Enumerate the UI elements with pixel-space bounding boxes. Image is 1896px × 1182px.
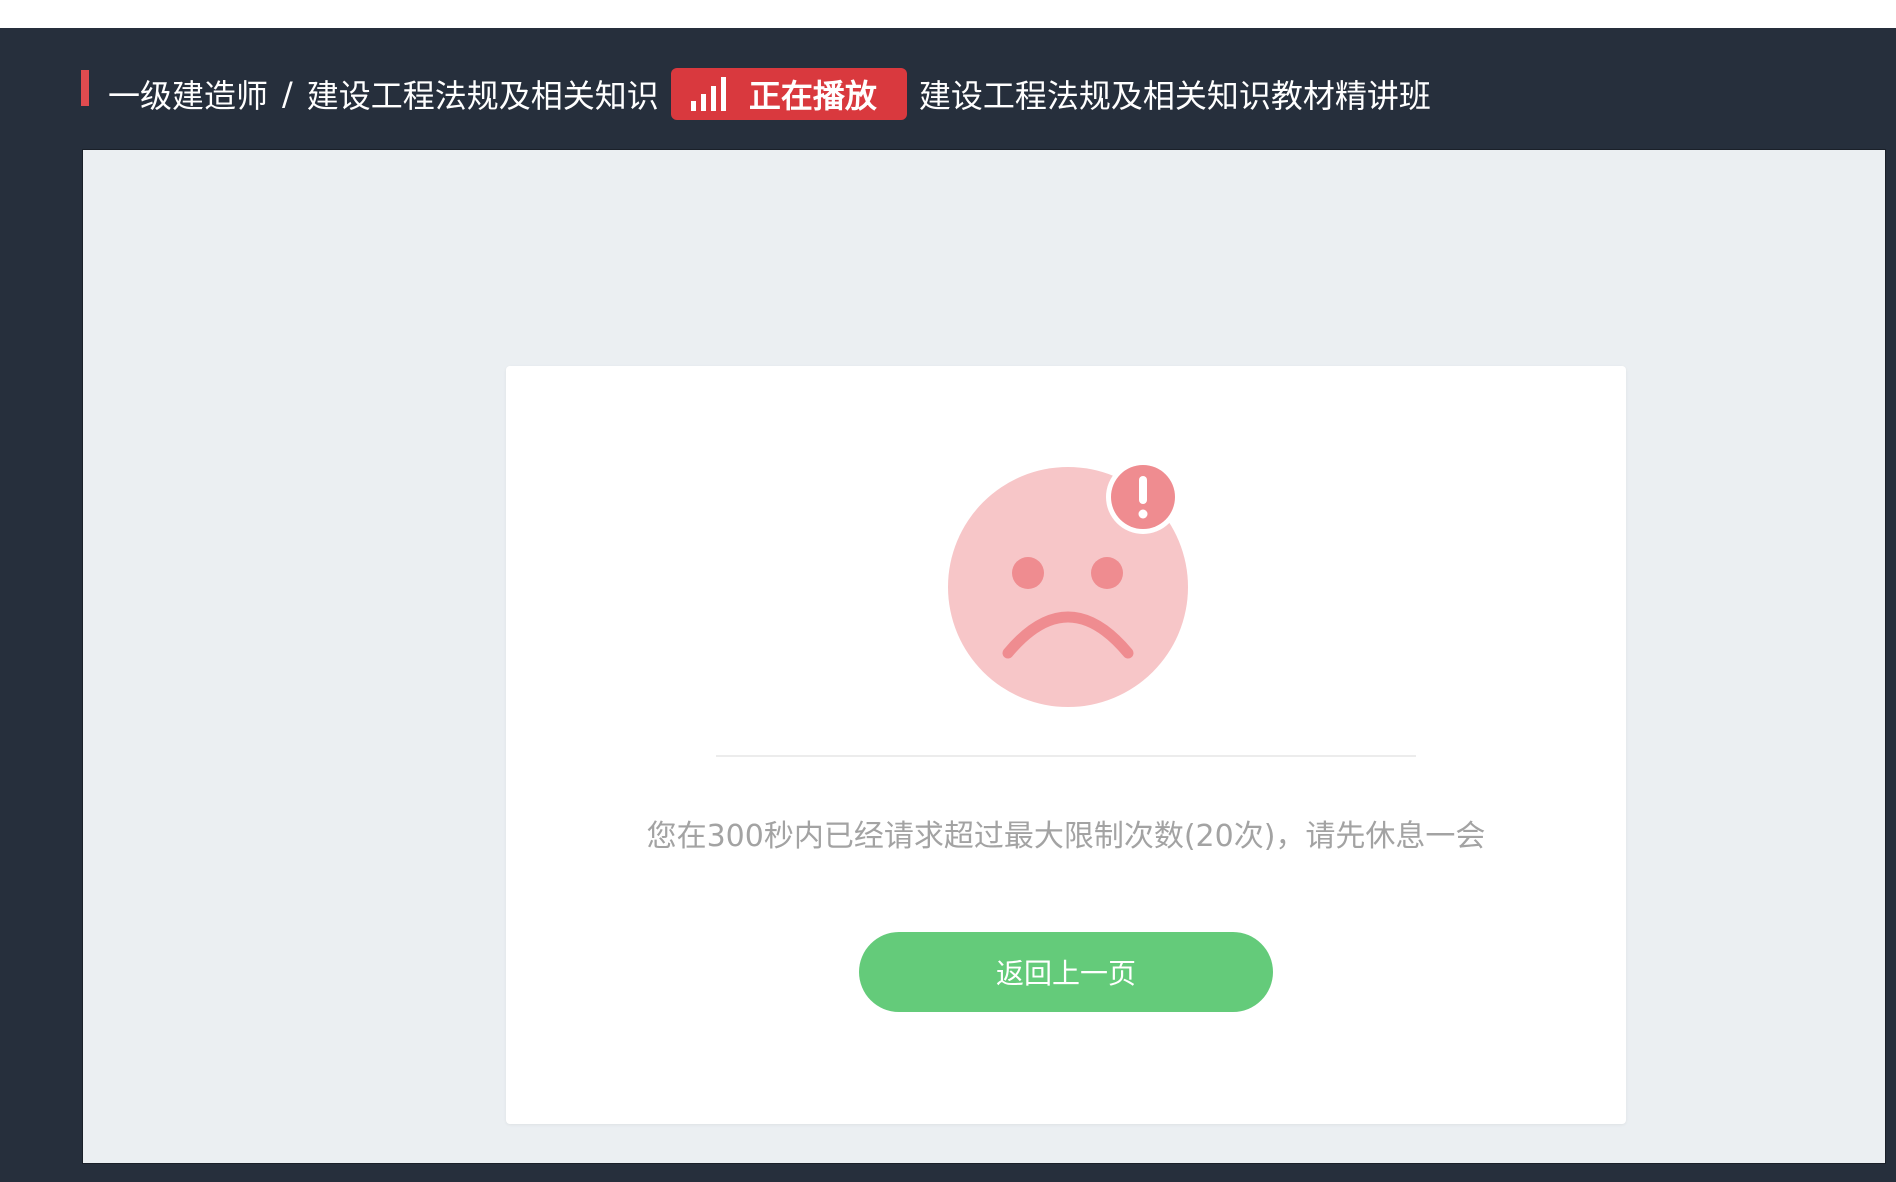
breadcrumb-category[interactable]: 一级建造师 bbox=[108, 71, 268, 117]
error-message: 您在300秒内已经请求超过最大限制次数(20次)，请先休息一会 bbox=[646, 819, 1486, 854]
now-playing-badge: 正在播放 bbox=[670, 68, 907, 120]
back-to-previous-page-button[interactable]: 返回上一页 bbox=[859, 932, 1273, 1012]
header-accent-bar bbox=[81, 70, 89, 106]
content-panel: 您在300秒内已经请求超过最大限制次数(20次)，请先休息一会 返回上一页 bbox=[82, 149, 1886, 1164]
signal-bars-icon bbox=[690, 77, 726, 111]
window-top-strip bbox=[0, 0, 1896, 28]
course-title: 建设工程法规及相关知识教材精讲班 bbox=[918, 77, 1431, 115]
now-playing-label: 正在播放 bbox=[748, 77, 877, 115]
sad-face-with-exclamation-icon bbox=[948, 461, 1188, 707]
card-divider bbox=[716, 755, 1416, 757]
error-card: 您在300秒内已经请求超过最大限制次数(20次)，请先休息一会 返回上一页 bbox=[506, 366, 1626, 1124]
breadcrumb: 一级建造师 / 建设工程法规及相关知识 正在播放 建设工程法规及相关知识教材精讲… bbox=[108, 68, 1431, 120]
breadcrumb-subject[interactable]: 建设工程法规及相关知识 bbox=[307, 71, 659, 117]
breadcrumb-separator: / bbox=[282, 75, 293, 113]
